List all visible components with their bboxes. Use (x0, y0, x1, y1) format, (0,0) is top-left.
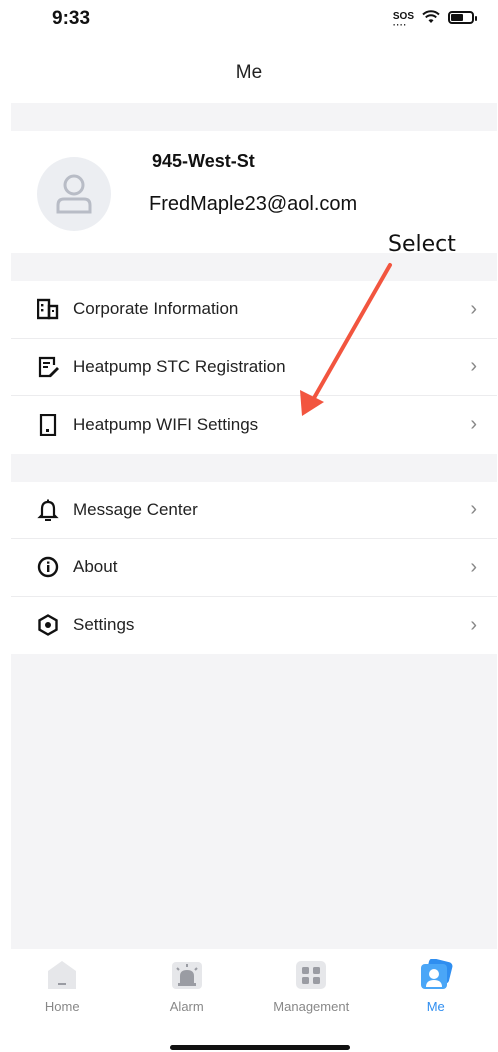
menu-item-label: Heatpump STC Registration (73, 356, 286, 376)
form-edit-icon (37, 356, 59, 378)
chevron-right-icon: › (470, 355, 477, 378)
tab-label: Alarm (169, 999, 204, 1014)
home-indicator (170, 1045, 350, 1050)
tab-home[interactable]: Home (0, 949, 124, 1025)
tab-alarm[interactable]: Alarm (125, 949, 249, 1025)
chevron-right-icon: › (470, 413, 477, 436)
status-icons: SOS (393, 10, 477, 31)
menu-item-about[interactable]: About › (11, 539, 497, 597)
main-content: 945-West-St FredMaple23@aol.com Corporat… (11, 103, 497, 949)
annotation-arrow-icon (300, 263, 392, 416)
menu-item-message-center[interactable]: Message Center › (11, 482, 497, 539)
profile-card-icon (420, 959, 453, 989)
annotation-label: Select (388, 232, 456, 257)
menu-item-label: Message Center (73, 499, 198, 519)
tab-label: Home (44, 999, 80, 1014)
menu-group-device: Corporate Information › Heatpump STC Reg… (11, 281, 497, 454)
section-gap (11, 103, 497, 131)
chevron-right-icon: › (470, 297, 477, 320)
profile-email: FredMaple23@aol.com (149, 193, 358, 215)
menu-item-heatpump-stc-registration[interactable]: Heatpump STC Registration › (11, 339, 497, 396)
avatar[interactable] (37, 157, 111, 231)
page-title: Me (235, 62, 263, 83)
user-icon (56, 174, 92, 214)
wifi-icon (422, 10, 440, 23)
menu-item-settings[interactable]: Settings › (11, 597, 497, 655)
sos-icon: SOS (393, 12, 414, 31)
menu-item-label: Corporate Information (73, 299, 239, 319)
tab-me[interactable]: Me (374, 949, 498, 1025)
settings-hex-icon (37, 614, 59, 637)
chevron-right-icon: › (470, 498, 477, 521)
profile-name: 945-West-St (152, 151, 255, 171)
building-icon (37, 298, 59, 320)
menu-group-app: Message Center › About › Settings › (11, 481, 497, 655)
chevron-right-icon: › (470, 613, 477, 636)
tab-bar: Home Alarm Management Me (0, 949, 498, 1025)
menu-item-heatpump-wifi-settings[interactable]: Heatpump WIFI Settings › (11, 396, 497, 454)
section-gap (11, 453, 497, 482)
home-icon (48, 961, 77, 989)
menu-item-corporate-information[interactable]: Corporate Information › (11, 281, 497, 339)
tab-label: Management (273, 999, 350, 1014)
menu-item-label: Settings (73, 615, 135, 635)
info-icon (37, 556, 59, 578)
menu-item-label: About (73, 557, 118, 577)
tab-management[interactable]: Management (249, 949, 373, 1025)
bell-icon (37, 499, 59, 521)
alarm-icon (171, 962, 202, 989)
tab-label: Me (426, 999, 445, 1014)
menu-item-label: Heatpump WIFI Settings (73, 414, 259, 434)
status-time: 9:33 (52, 8, 91, 29)
grid-icon (296, 961, 327, 989)
chevron-right-icon: › (470, 555, 477, 578)
battery-icon (448, 10, 477, 24)
device-icon (37, 413, 59, 436)
section-gap (11, 253, 497, 281)
status-bar: 9:33 SOS (0, 0, 498, 40)
